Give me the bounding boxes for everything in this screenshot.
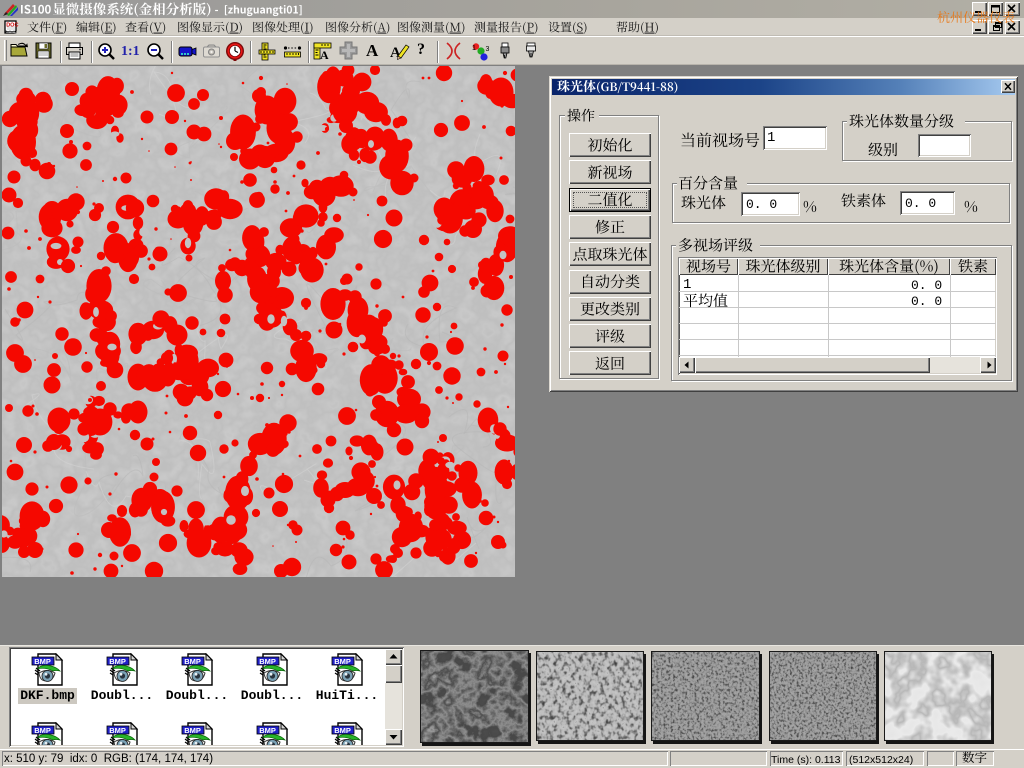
svg-text:BMP: BMP — [259, 726, 276, 735]
svg-text:BMP: BMP — [109, 726, 126, 735]
svg-text:BMP: BMP — [184, 726, 201, 735]
svg-text:BMP: BMP — [34, 726, 51, 735]
svg-text:1: 1 — [472, 45, 476, 52]
svg-text:BMP: BMP — [259, 657, 276, 666]
svg-text:BMP: BMP — [334, 657, 351, 666]
svg-text:DOC: DOC — [6, 23, 18, 29]
svg-text:BMP: BMP — [109, 657, 126, 666]
svg-text:BMP: BMP — [34, 657, 51, 666]
svg-text:BMP: BMP — [184, 657, 201, 666]
svg-text:A: A — [320, 48, 329, 61]
svg-text:3: 3 — [486, 46, 490, 53]
svg-text:BMP: BMP — [334, 726, 351, 735]
